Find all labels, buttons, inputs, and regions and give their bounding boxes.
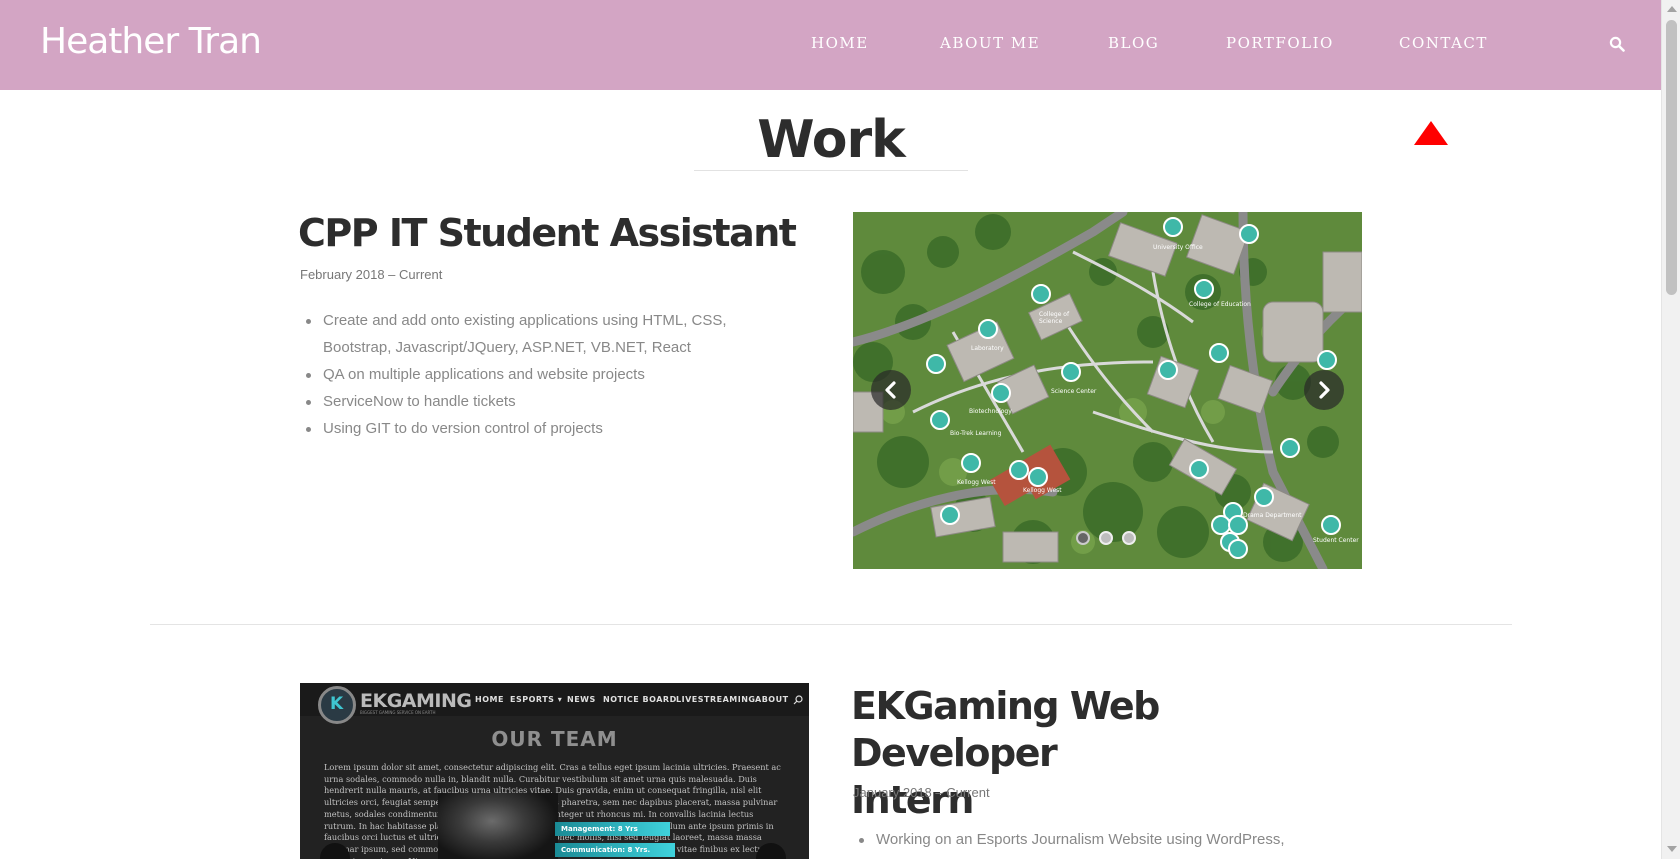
chevron-left-icon xyxy=(885,381,896,399)
svg-text:University Office: University Office xyxy=(1153,244,1203,251)
svg-text:Biotechnology: Biotechnology xyxy=(969,408,1012,415)
svg-text:Science Center: Science Center xyxy=(1051,388,1097,395)
ek-heading: OUR TEAM xyxy=(491,727,618,751)
nav-about-me[interactable]: ABOUT ME xyxy=(940,34,1040,52)
ek-team-photo xyxy=(438,793,558,859)
job-date: February 2018 – Current xyxy=(300,267,443,282)
job-bullet: Working on an Esports Journalism Website… xyxy=(853,826,1333,853)
search-icon[interactable] xyxy=(1609,36,1625,52)
carousel-dot-3[interactable] xyxy=(1122,531,1136,545)
ek-nav-item: LIVESTREAMING xyxy=(676,695,756,704)
svg-text:Kellogg West: Kellogg West xyxy=(1023,487,1062,494)
svg-text:Kellogg West: Kellogg West xyxy=(957,479,996,486)
scroll-down-icon[interactable] xyxy=(1667,846,1677,852)
scroll-up-icon[interactable] xyxy=(1667,6,1677,12)
job-bullet-list: Working on an Esports Journalism Website… xyxy=(853,826,1333,853)
red-triangle-icon xyxy=(1414,121,1448,145)
site-title[interactable]: Heather Tran xyxy=(40,21,262,62)
section-divider xyxy=(150,624,1512,625)
nav-contact[interactable]: CONTACT xyxy=(1399,34,1488,52)
title-underline xyxy=(694,170,968,171)
job-title: EKGaming Web Developer Intern xyxy=(851,684,1160,822)
site-header: Heather Tran HOME ABOUT ME BLOG PORTFOLI… xyxy=(0,0,1661,90)
svg-text:Drama Department: Drama Department xyxy=(1243,512,1302,519)
svg-text:Science: Science xyxy=(1039,318,1063,325)
carousel-dot-2[interactable] xyxy=(1099,531,1113,545)
svg-text:College of Education: College of Education xyxy=(1189,301,1251,308)
ek-logo: EKGAMING xyxy=(360,690,472,712)
ek-nav-item: NOTICE BOARD xyxy=(603,695,677,704)
job-bullet: QA on multiple applications and website … xyxy=(300,361,770,388)
chevron-right-icon xyxy=(1319,381,1330,399)
svg-text:Laboratory: Laboratory xyxy=(971,345,1004,352)
scrollbar-thumb[interactable] xyxy=(1666,20,1677,295)
ek-nav-item: HOME xyxy=(475,695,504,704)
svg-text:College of: College of xyxy=(1039,311,1070,318)
campus-map-image: University Office College of Science Col… xyxy=(853,212,1362,569)
svg-text:Student Center: Student Center xyxy=(1313,537,1359,544)
carousel-prev-button[interactable] xyxy=(871,370,911,410)
job-bullet: Using GIT to do version control of proje… xyxy=(300,415,770,442)
carousel-dot-1[interactable] xyxy=(1076,531,1090,545)
nav-home[interactable]: HOME xyxy=(811,34,869,52)
image-carousel[interactable]: University Office College of Science Col… xyxy=(853,212,1362,569)
svg-text:Bio-Trek Learning: Bio-Trek Learning xyxy=(950,430,1002,437)
job-bullet-list: Create and add onto existing application… xyxy=(300,307,770,442)
job-date: January 2018 – Current xyxy=(853,785,990,800)
scrollbar[interactable] xyxy=(1661,0,1680,859)
ek-logo-subtitle: BIGGEST GAMING SERVICE ON EARTH xyxy=(360,710,436,715)
job-title: CPP IT Student Assistant xyxy=(298,211,797,255)
ek-stat-bar: Communication: 8 Yrs. xyxy=(555,843,675,857)
ek-search-icon xyxy=(793,695,803,705)
ek-logo-letter: K xyxy=(330,694,344,714)
ekgaming-screenshot: K EKGAMING BIGGEST GAMING SERVICE ON EAR… xyxy=(300,683,809,859)
nav-blog[interactable]: BLOG xyxy=(1108,34,1159,52)
page-title: Work xyxy=(757,110,905,170)
ek-stat-bar: Management: 8 Yrs xyxy=(555,822,670,836)
carousel-next-button[interactable] xyxy=(1304,370,1344,410)
ek-nav-item: NEWS xyxy=(567,695,596,704)
ek-nav-item: ABOUT xyxy=(755,695,789,704)
nav-portfolio[interactable]: PORTFOLIO xyxy=(1226,34,1334,52)
job-bullet: Create and add onto existing application… xyxy=(300,307,770,361)
job-bullet: ServiceNow to handle tickets xyxy=(300,388,770,415)
ek-nav-item: ESPORTS ▾ xyxy=(510,695,563,704)
